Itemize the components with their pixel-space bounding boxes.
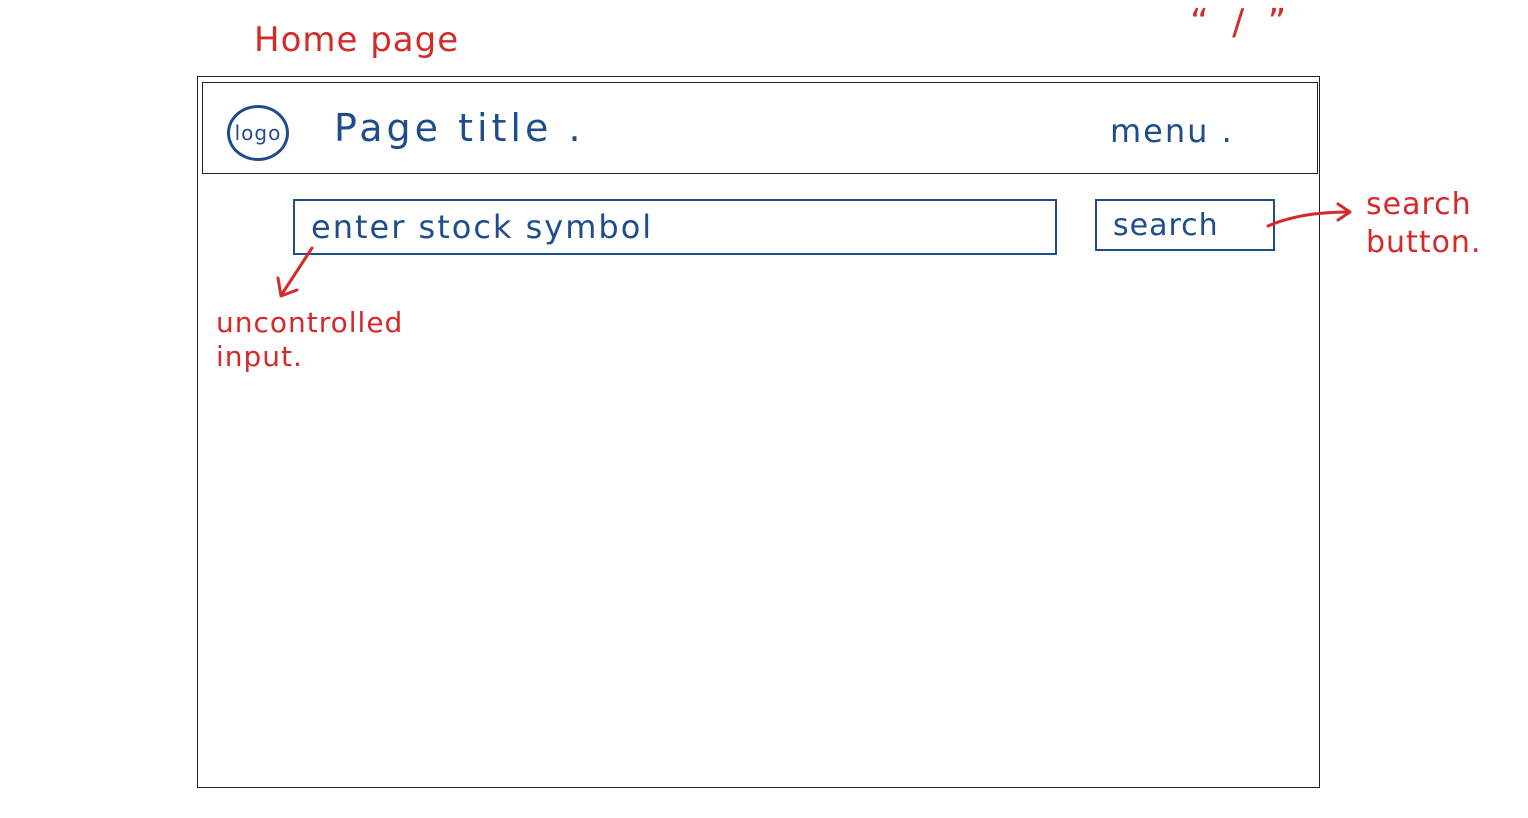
page-frame [197, 76, 1320, 788]
logo[interactable]: logo [227, 105, 289, 161]
stock-symbol-input[interactable] [293, 199, 1057, 255]
logo-label: logo [234, 121, 282, 145]
page-name-annotation: Home page [254, 20, 460, 60]
search-button[interactable]: search [1095, 199, 1275, 251]
menu-button[interactable]: menu . [1110, 112, 1234, 150]
route-annotation: “ / ” [1190, 2, 1293, 43]
button-annotation: search button. [1366, 187, 1482, 260]
page-title: Page title . [334, 106, 585, 150]
